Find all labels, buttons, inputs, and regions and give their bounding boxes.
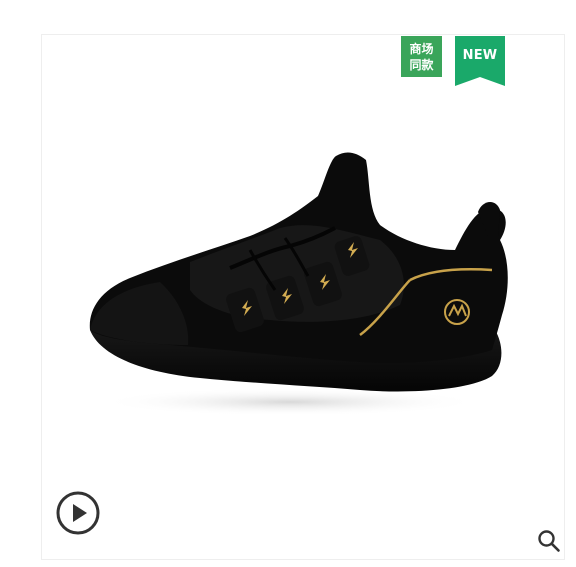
- new-badge: NEW: [455, 36, 505, 86]
- zoom-button[interactable]: [537, 529, 561, 553]
- store-badge-line1: 商场: [409, 41, 434, 56]
- store-badge-line2: 同款: [409, 57, 434, 72]
- play-video-button[interactable]: [56, 491, 100, 535]
- product-image-shoe: [89, 152, 508, 416]
- magnifier-icon: [538, 530, 560, 552]
- store-same-style-badge: 商场 同款: [401, 36, 442, 77]
- new-badge-label: NEW: [462, 48, 498, 63]
- play-icon: [56, 491, 100, 535]
